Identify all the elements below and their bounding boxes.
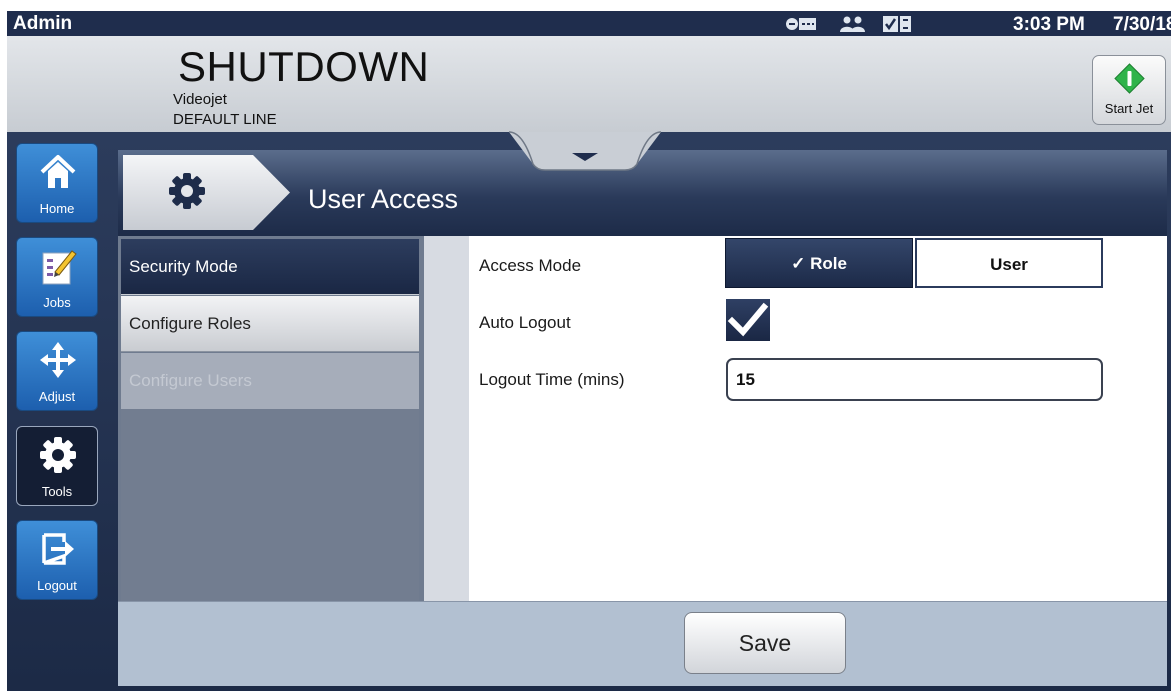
current-user: Admin	[13, 13, 73, 34]
page-title: User Access	[308, 184, 459, 214]
jobs-icon	[42, 250, 77, 285]
network-icon	[786, 18, 816, 30]
checkmark-icon	[727, 302, 769, 337]
menu-item-configure-roles[interactable]: Configure Roles	[121, 296, 419, 352]
menu-item-security-mode[interactable]: Security Mode	[121, 239, 419, 295]
sidebar-item-label: Logout	[37, 578, 77, 593]
users-icon	[840, 16, 865, 32]
sidebar-item-label: Home	[39, 201, 75, 216]
start-jet-icon	[1114, 63, 1145, 94]
sidebar-item-label: Jobs	[43, 295, 71, 310]
check-icon: ✓	[791, 254, 811, 273]
sidebar-item-label: Tools	[41, 484, 73, 499]
logout-time-label: Logout Time (mins)	[479, 370, 625, 389]
header-collapse-tab[interactable]	[509, 112, 661, 172]
sidebar-item-label: Adjust	[38, 389, 76, 404]
move-icon	[40, 342, 76, 378]
security-menu-list: Security Mode Configure Roles Configure …	[118, 236, 424, 601]
title-chevron	[123, 155, 290, 230]
app-window: Admin 3:03 PM 7/30/18 SHUTDOWN Videojet	[0, 0, 1171, 691]
home-icon	[40, 155, 76, 188]
start-jet-label: Start Jet	[1104, 101, 1154, 116]
access-mode-role-button[interactable]: ✓ Role	[725, 238, 913, 288]
sidebar-item-home[interactable]: Home	[16, 143, 98, 223]
sidebar-item-adjust[interactable]: Adjust	[16, 331, 98, 411]
logout-time-input[interactable]	[726, 358, 1103, 401]
panel-footer: Save	[118, 601, 1167, 686]
security-mode-form: Access Mode ✓ Role User Auto Logout Logo…	[469, 236, 1167, 601]
gear-icon	[169, 173, 205, 209]
auto-logout-checkbox[interactable]	[726, 299, 770, 341]
sidebar-item-tools[interactable]: Tools	[16, 426, 98, 506]
access-mode-label: Access Mode	[479, 256, 582, 275]
sidebar-item-logout[interactable]: Logout	[16, 520, 98, 600]
gear-icon	[40, 437, 76, 473]
line-name: DEFAULT LINE	[173, 111, 277, 128]
role-option-label: Role	[810, 254, 847, 273]
printer-state: SHUTDOWN	[178, 43, 430, 90]
status-bar: Admin 3:03 PM 7/30/18	[7, 11, 1171, 36]
start-jet-button[interactable]: Start Jet	[1092, 55, 1166, 125]
save-button[interactable]: Save	[684, 612, 846, 674]
menu-list-empty-area	[121, 409, 419, 601]
panel-divider	[424, 236, 469, 601]
auto-logout-label: Auto Logout	[479, 313, 571, 332]
logout-icon	[42, 533, 74, 565]
access-mode-user-button[interactable]: User	[915, 238, 1103, 288]
user-access-panel: User Access Security Mode Configure Role…	[118, 150, 1167, 686]
device-name: Videojet	[173, 91, 227, 108]
clock-time: 3:03 PM	[1013, 14, 1085, 35]
menu-item-configure-users: Configure Users	[121, 353, 419, 409]
clock-date: 7/30/18	[1113, 14, 1171, 35]
checklist-icon	[883, 16, 911, 32]
sidebar-item-jobs[interactable]: Jobs	[16, 237, 98, 317]
